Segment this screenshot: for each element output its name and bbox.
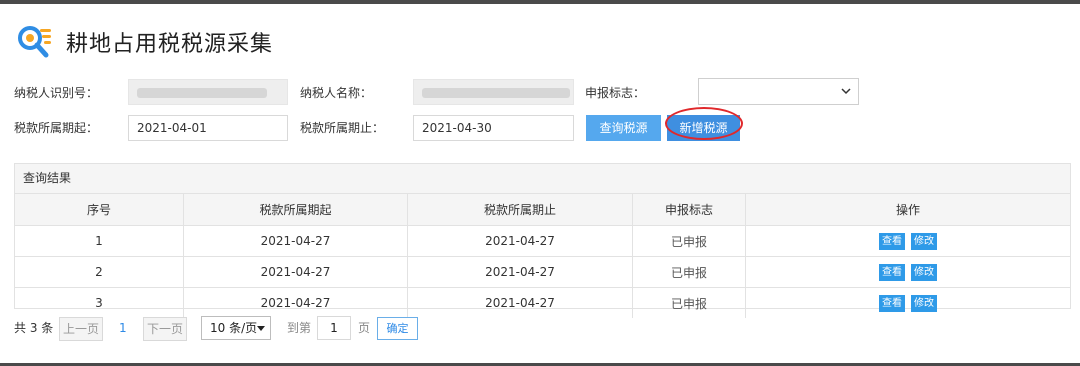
column-header: 操作 — [745, 194, 1070, 226]
edit-button[interactable]: 修改 — [911, 263, 937, 281]
period-end-input[interactable]: 2021-04-30 — [413, 115, 574, 141]
period-end-label: 税款所属期止： — [300, 121, 385, 135]
table-row: 3 2021-04-27 2021-04-27 已申报 查看 修改 — [15, 287, 1071, 319]
caret-down-icon — [257, 326, 265, 331]
row-period-end: 2021-04-27 — [407, 256, 633, 288]
taxpayer-name-label: 纳税人名称： — [300, 86, 373, 100]
results-table: 序号 税款所属期起 税款所属期止 申报标志 操作 1 2021-04-27 20… — [15, 194, 1070, 318]
goto-confirm-button[interactable]: 确定 — [377, 317, 418, 340]
row-number: 2 — [15, 256, 184, 288]
page-size-select[interactable]: 10 条/页 — [201, 316, 271, 340]
results-panel: 查询结果 序号 税款所属期起 税款所属期止 申报标志 操作 1 2021-04-… — [14, 163, 1071, 318]
row-number: 3 — [15, 287, 184, 318]
row-period-start: 2021-04-27 — [183, 256, 408, 288]
row-number: 1 — [15, 225, 184, 257]
query-tax-source-button[interactable]: 查询税源 — [586, 115, 661, 141]
declare-flag-label: 申报标志： — [585, 86, 646, 100]
row-period-start: 2021-04-27 — [183, 287, 408, 318]
goto-page-input[interactable]: 1 — [317, 316, 351, 340]
view-button[interactable]: 查看 — [879, 294, 905, 312]
table-row: 2 2021-04-27 2021-04-27 已申报 查看 修改 — [15, 256, 1070, 288]
view-button[interactable]: 查看 — [879, 232, 905, 250]
total-count: 共 3 条 — [14, 321, 54, 335]
row-actions: 查看 修改 — [745, 225, 1070, 257]
period-start-input[interactable]: 2021-04-01 — [128, 115, 288, 141]
page-title: 耕地占用税税源采集 — [66, 32, 274, 57]
results-header: 查询结果 — [15, 164, 1070, 194]
chevron-down-icon — [841, 88, 851, 95]
table-row: 1 2021-04-27 2021-04-27 已申报 查看 修改 — [15, 225, 1070, 257]
row-status: 已申报 — [632, 225, 746, 257]
period-start-label: 税款所属期起： — [14, 121, 99, 135]
edit-button[interactable]: 修改 — [911, 294, 937, 312]
row-status: 已申报 — [632, 256, 746, 288]
prev-page-button[interactable]: 上一页 — [59, 317, 103, 341]
column-header: 序号 — [15, 194, 184, 226]
window-top-edge — [0, 0, 1080, 4]
page-size-value: 10 条/页 — [210, 321, 258, 335]
row-status: 已申报 — [632, 287, 746, 318]
search-document-icon — [18, 26, 51, 58]
goto-label: 到第 — [287, 321, 312, 335]
row-period-start: 2021-04-27 — [183, 225, 408, 257]
view-button[interactable]: 查看 — [879, 263, 905, 281]
page-unit-label: 页 — [358, 321, 371, 335]
column-header: 申报标志 — [632, 194, 746, 226]
page-header: 耕地占用税税源采集 — [16, 22, 273, 62]
taxpayer-name-field[interactable] — [413, 79, 574, 105]
redacted-value — [137, 88, 267, 98]
row-period-end: 2021-04-27 — [407, 225, 633, 257]
edit-button[interactable]: 修改 — [911, 232, 937, 250]
declare-flag-select[interactable] — [698, 78, 859, 105]
taxpayer-id-label: 纳税人识别号： — [14, 86, 99, 100]
current-page-number[interactable]: 1 — [119, 316, 127, 340]
column-header: 税款所属期止 — [407, 194, 633, 226]
next-page-button[interactable]: 下一页 — [143, 317, 187, 341]
redacted-value — [422, 88, 570, 98]
highlight-annotation — [665, 107, 743, 140]
row-actions: 查看 修改 — [745, 256, 1070, 288]
taxpayer-id-field[interactable] — [128, 79, 288, 105]
row-period-end: 2021-04-27 — [407, 287, 633, 318]
row-actions: 查看 修改 — [746, 288, 1071, 319]
column-header: 税款所属期起 — [183, 194, 408, 226]
